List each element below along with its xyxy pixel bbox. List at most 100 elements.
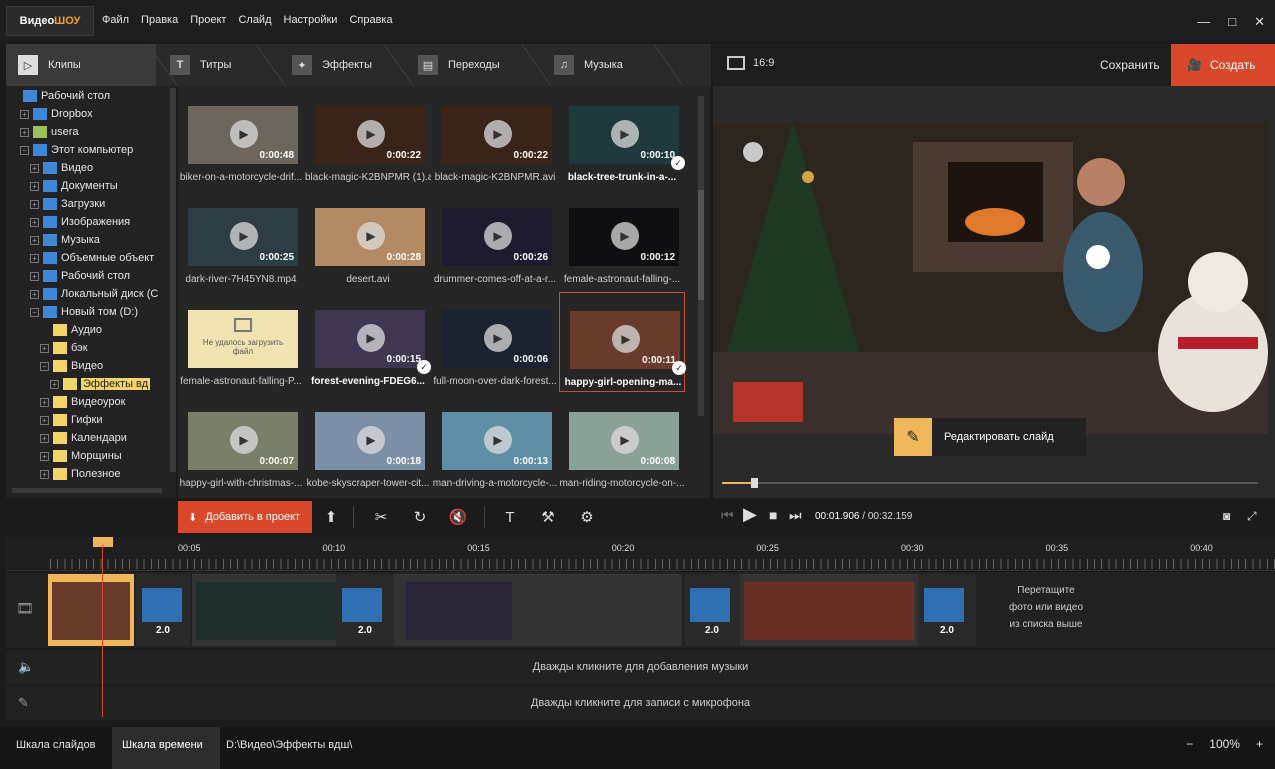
- app-logo[interactable]: Видео ШОУ: [6, 6, 94, 36]
- expand-toggle[interactable]: +: [50, 379, 59, 389]
- mute-button[interactable]: 🔇: [448, 507, 468, 527]
- tree-item[interactable]: Рабочий стол: [10, 87, 110, 105]
- slides-view-tab[interactable]: Шкала слайдов: [16, 739, 95, 751]
- menu-settings[interactable]: Настройки: [284, 14, 338, 26]
- tab-effects[interactable]: ✦ Эффекты: [280, 44, 400, 86]
- timeline-transition[interactable]: 2.0: [918, 574, 976, 646]
- tree-item[interactable]: + Полезное: [40, 465, 120, 483]
- zoom-in-button[interactable]: +: [1256, 737, 1263, 751]
- clip-item[interactable]: ▶ 0:00:07 happy-girl-with-christmas-...: [178, 394, 304, 494]
- clip-item[interactable]: ▶ 0:00:22 black-magic-K2BNPMR.avi: [432, 88, 558, 188]
- clip-item[interactable]: ▶ 0:00:08 man-riding-motorcycle-on-...: [559, 394, 685, 494]
- expand-toggle[interactable]: +: [40, 343, 49, 353]
- tab-clips[interactable]: ▷ Клипы: [6, 44, 156, 86]
- create-button[interactable]: 🎥 Создать: [1171, 44, 1275, 86]
- tab-music[interactable]: ♫ Музыка: [542, 44, 672, 86]
- tree-item[interactable]: + Объемные объект: [30, 249, 154, 267]
- menu-slide[interactable]: Слайд: [238, 14, 271, 26]
- upload-button[interactable]: ⬆: [321, 507, 341, 527]
- tree-item[interactable]: + бэк: [40, 339, 88, 357]
- play-icon[interactable]: ▶: [611, 120, 639, 148]
- snapshot-button[interactable]: ◙: [1223, 509, 1230, 523]
- tree-item[interactable]: + Локальный диск (С: [30, 285, 158, 303]
- clip-item[interactable]: ▶ 0:00:10 ✓ black-tree-trunk-in-a-...: [559, 88, 685, 188]
- clip-item[interactable]: ▶ 0:00:18 kobe-skyscraper-tower-cit...: [305, 394, 431, 494]
- timeline-transition[interactable]: 2.0: [684, 574, 740, 646]
- clip-thumbnail[interactable]: Не удалось загрузить файл: [188, 310, 298, 368]
- expand-toggle[interactable]: +: [40, 469, 49, 479]
- clip-item[interactable]: ▶ 0:00:12 female-astronaut-falling-...: [559, 190, 685, 290]
- clip-thumbnail[interactable]: ▶ 0:00:15 ✓: [315, 310, 431, 374]
- tree-item[interactable]: − Этот компьютер: [20, 141, 133, 159]
- add-text-button[interactable]: T: [500, 507, 520, 527]
- tree-item[interactable]: + Видео: [30, 159, 93, 177]
- next-button[interactable]: ⏭: [789, 507, 802, 524]
- clip-item[interactable]: ▶ 0:00:11 ✓ happy-girl-opening-ma...: [559, 292, 686, 392]
- play-icon[interactable]: ▶: [612, 325, 640, 353]
- clip-item[interactable]: ▶ 0:00:48 biker-on-a-motorcycle-drif...: [178, 88, 304, 188]
- expand-toggle[interactable]: +: [40, 451, 49, 461]
- expand-toggle[interactable]: +: [30, 163, 39, 173]
- play-icon[interactable]: ▶: [357, 120, 385, 148]
- expand-toggle[interactable]: −: [30, 307, 39, 317]
- tree-item[interactable]: − Видео: [40, 357, 103, 375]
- effects-button[interactable]: ⚒: [538, 507, 558, 527]
- tree-item[interactable]: + Загрузки: [30, 195, 105, 213]
- clip-item[interactable]: ▶ 0:00:26 drummer-comes-off-at-a-r...: [432, 190, 558, 290]
- menu-project[interactable]: Проект: [190, 14, 226, 26]
- timeline-slide[interactable]: [192, 574, 342, 646]
- preview-video[interactable]: [713, 122, 1268, 434]
- rotate-button[interactable]: ↻: [410, 507, 430, 527]
- expand-toggle[interactable]: +: [30, 217, 39, 227]
- tree-item[interactable]: + usera: [20, 123, 79, 141]
- fullscreen-button[interactable]: ⤢: [1247, 509, 1257, 524]
- clip-thumbnail[interactable]: ▶ 0:00:11 ✓: [570, 311, 686, 375]
- menu-help[interactable]: Справка: [349, 14, 392, 26]
- clip-item[interactable]: Не удалось загрузить файл female-astronau…: [178, 292, 304, 392]
- clip-item[interactable]: ▶ 0:00:15 ✓ forest-evening-FDEG6...: [305, 292, 431, 392]
- close-button[interactable]: ✕: [1254, 14, 1265, 30]
- play-icon[interactable]: ▶: [230, 426, 258, 454]
- clip-thumbnail[interactable]: ▶ 0:00:22: [442, 106, 552, 164]
- preview-progress-handle[interactable]: [751, 478, 758, 488]
- clip-thumbnail[interactable]: ▶ 0:00:48: [188, 106, 298, 164]
- microphone-track[interactable]: ✎ Дважды кликните для записи с микрофона: [6, 686, 1275, 720]
- preview-progress-track[interactable]: [722, 482, 1258, 484]
- clip-thumbnail[interactable]: ▶ 0:00:13: [442, 412, 552, 470]
- edit-slide-button[interactable]: ✎ Редактировать слайд: [894, 418, 1086, 456]
- settings-button[interactable]: ⚙: [577, 507, 597, 527]
- timeline-transition[interactable]: 2.0: [136, 574, 190, 646]
- tree-item[interactable]: + Музыка: [30, 231, 100, 249]
- prev-button[interactable]: ⏮: [721, 507, 734, 524]
- play-button[interactable]: ▶: [743, 504, 757, 525]
- clips-scrollbar-thumb[interactable]: [698, 190, 704, 300]
- clip-thumbnail[interactable]: ▶ 0:00:28: [315, 208, 425, 266]
- playhead-handle[interactable]: [93, 537, 113, 547]
- add-to-project-button[interactable]: ⬇ Добавить в проект: [178, 501, 312, 533]
- tree-vertical-scrollbar[interactable]: [170, 88, 176, 472]
- expand-toggle[interactable]: +: [30, 253, 39, 263]
- clip-thumbnail[interactable]: ▶ 0:00:08: [569, 412, 679, 470]
- clip-thumbnail[interactable]: ▶ 0:00:26: [442, 208, 552, 266]
- clip-thumbnail[interactable]: ▶ 0:00:07: [188, 412, 298, 470]
- expand-toggle[interactable]: +: [20, 109, 29, 119]
- minimize-button[interactable]: —: [1197, 14, 1210, 30]
- play-icon[interactable]: ▶: [357, 222, 385, 250]
- save-button[interactable]: Сохранить: [1100, 58, 1160, 72]
- clip-thumbnail[interactable]: ▶ 0:00:12: [569, 208, 679, 266]
- play-icon[interactable]: ▶: [484, 324, 512, 352]
- tree-item[interactable]: + Изображения: [30, 213, 130, 231]
- expand-toggle[interactable]: +: [30, 181, 39, 191]
- tree-item[interactable]: + Морщины: [40, 447, 122, 465]
- tree-horizontal-scrollbar[interactable]: [12, 488, 162, 493]
- tree-item[interactable]: − Новый том (D:): [30, 303, 138, 321]
- tree-item[interactable]: + Документы: [30, 177, 118, 195]
- expand-toggle[interactable]: −: [20, 145, 29, 155]
- timeline-ruler[interactable]: 00:05 00:10 00:15 00:20 00:25 00:30 00:35 00:40: [6, 537, 1275, 571]
- tree-item[interactable]: Аудио: [40, 321, 102, 339]
- clip-item[interactable]: ▶ 0:00:06 full-moon-over-dark-forest...: [432, 292, 558, 392]
- expand-toggle[interactable]: −: [40, 361, 49, 371]
- tree-item[interactable]: + Dropbox: [20, 105, 93, 123]
- timeline-slide[interactable]: [740, 574, 918, 646]
- stop-button[interactable]: ■: [769, 507, 777, 523]
